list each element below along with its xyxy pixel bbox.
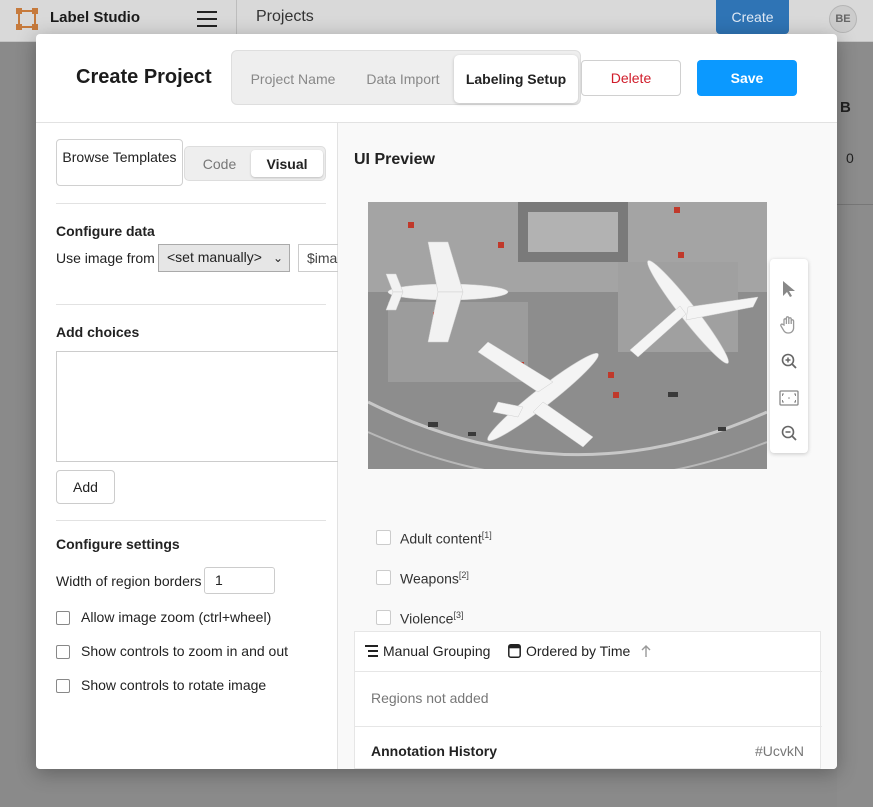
breadcrumb[interactable]: Projects: [256, 8, 314, 26]
manual-grouping-button[interactable]: Manual Grouping: [383, 643, 490, 659]
divider: [56, 304, 326, 305]
divider: [355, 726, 822, 727]
annotation-id: #UcvkN: [754, 743, 804, 759]
config-panel: Browse Templates Code Visual Configure d…: [36, 123, 338, 769]
add-choices-title: Add choices: [56, 324, 140, 340]
avatar[interactable]: BE: [829, 5, 857, 33]
background-column-header: B: [840, 99, 851, 116]
choice-label[interactable]: Violence[3]: [400, 610, 463, 627]
step-tabs: Project Name Data Import Labeling Setup: [231, 50, 581, 105]
app-name: Label Studio: [50, 9, 140, 26]
choice-hotkey: [3]: [453, 610, 464, 620]
modal-header: Create Project Project Name Data Import …: [36, 34, 837, 123]
configure-data-title: Configure data: [56, 223, 155, 239]
calendar-icon: [508, 644, 521, 658]
create-project-modal: Create Project Project Name Data Import …: [36, 34, 837, 769]
rotate-controls-label[interactable]: Show controls to rotate image: [81, 677, 266, 693]
rotate-controls-checkbox[interactable]: [56, 679, 70, 693]
airport-aerial-image[interactable]: [368, 202, 767, 469]
divider: [837, 204, 873, 205]
regions-header: Manual Grouping Ordered by Time: [355, 632, 822, 672]
grouping-icon: [365, 645, 378, 657]
hand-icon[interactable]: [777, 313, 801, 337]
regions-panel: Manual Grouping Ordered by Time Regions …: [354, 631, 822, 769]
arrow-up-icon[interactable]: [641, 645, 651, 658]
tab-project-name[interactable]: Project Name: [238, 55, 348, 103]
choice-checkbox[interactable]: [376, 530, 391, 545]
zoom-controls-checkbox[interactable]: [56, 645, 70, 659]
hamburger-menu-icon[interactable]: [197, 11, 217, 27]
image-variable-input[interactable]: $image: [298, 244, 338, 272]
border-width-input[interactable]: 1: [204, 567, 275, 594]
background-count: 0: [846, 150, 854, 166]
delete-button[interactable]: Delete: [581, 60, 681, 96]
modal-title: Create Project: [76, 66, 212, 88]
configure-settings-title: Configure settings: [56, 536, 180, 552]
mode-toggle: Code Visual: [184, 146, 326, 181]
choice-checkbox[interactable]: [376, 610, 391, 625]
zoom-in-icon[interactable]: [777, 349, 801, 373]
label-studio-logo-icon[interactable]: [16, 8, 38, 30]
zoom-controls-label[interactable]: Show controls to zoom in and out: [81, 643, 288, 659]
image-toolbar: [770, 259, 808, 453]
image-source-select[interactable]: <set manually> ⌄: [158, 244, 290, 272]
choice-label[interactable]: Adult content[1]: [400, 530, 492, 547]
zoom-setting-checkbox[interactable]: [56, 611, 70, 625]
ui-preview-panel: UI Preview Adult content[1] Weapons[2] V…: [338, 123, 837, 769]
choice-checkbox[interactable]: [376, 570, 391, 585]
divider: [56, 203, 326, 204]
ui-preview-title: UI Preview: [354, 151, 435, 168]
tab-visual[interactable]: Visual: [251, 150, 323, 177]
pointer-icon[interactable]: [777, 277, 801, 301]
zoom-setting-label[interactable]: Allow image zoom (ctrl+wheel): [81, 609, 271, 625]
save-button[interactable]: Save: [697, 60, 797, 96]
ordered-by-time-button[interactable]: Ordered by Time: [526, 643, 630, 659]
choice-label-text: Violence: [400, 610, 454, 627]
add-button[interactable]: Add: [56, 470, 115, 504]
browse-templates-button[interactable]: Browse Templates: [56, 139, 183, 186]
use-image-from-label: Use image from: [56, 250, 155, 266]
divider: [56, 520, 326, 521]
annotation-history-title: Annotation History: [371, 743, 497, 759]
zoom-out-icon[interactable]: [777, 421, 801, 445]
image-source-value: <set manually>: [167, 249, 262, 265]
choice-hotkey: [1]: [481, 530, 492, 540]
regions-empty-message: Regions not added: [371, 690, 489, 706]
tab-code[interactable]: Code: [188, 150, 251, 177]
chevron-down-icon: ⌄: [272, 251, 283, 265]
choices-textarea[interactable]: [56, 351, 338, 462]
choice-label[interactable]: Weapons[2]: [400, 570, 469, 587]
tab-labeling-setup[interactable]: Labeling Setup: [454, 55, 578, 103]
choice-label-text: Adult content: [400, 530, 482, 547]
tab-data-import[interactable]: Data Import: [348, 55, 458, 103]
fit-icon[interactable]: [777, 386, 801, 410]
background-content: [837, 42, 873, 807]
choice-label-text: Weapons: [400, 570, 459, 587]
create-button[interactable]: Create: [716, 0, 789, 34]
choice-hotkey: [2]: [458, 570, 469, 580]
border-width-label: Width of region borders: [56, 573, 202, 589]
